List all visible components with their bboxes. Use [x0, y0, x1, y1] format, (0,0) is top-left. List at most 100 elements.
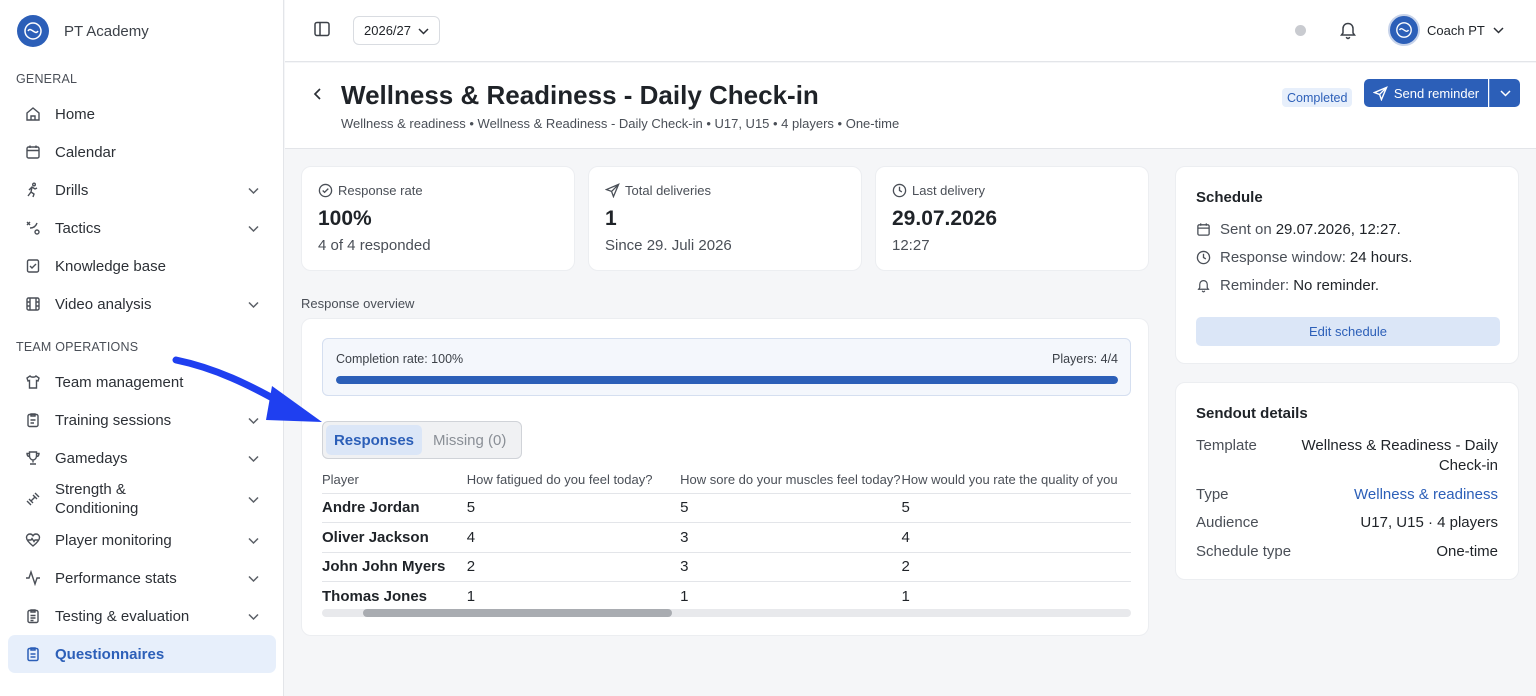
calendar-icon — [25, 144, 41, 160]
column-header: How would you rate the quality of you — [900, 466, 1131, 494]
sidebar-item-performance-stats[interactable]: Performance stats — [8, 559, 276, 597]
answer-cell: 4 — [452, 522, 664, 553]
stat-label-text: Response rate — [338, 183, 423, 198]
activity-icon — [25, 570, 41, 586]
response-overview-label: Response overview — [301, 296, 415, 311]
sidebar-item-label: Home — [55, 105, 96, 123]
chevron-down-icon — [1493, 21, 1504, 39]
brand[interactable]: PT Academy — [0, 0, 283, 62]
chevron-down-icon — [1499, 89, 1511, 97]
stat-sub: Since 29. Juli 2026 — [605, 237, 732, 254]
chevron-down-icon — [248, 491, 259, 508]
completion-progress-fill — [336, 376, 1118, 384]
sidebar-item-label: Calendar — [55, 143, 116, 161]
schedule-type-label: Schedule type — [1196, 543, 1292, 560]
dumbbell-icon — [25, 491, 41, 507]
schedule-card: Schedule Sent on 29.07.2026, 12:27. Resp… — [1175, 166, 1519, 364]
heart-pulse-icon — [25, 532, 41, 548]
stat-label: Last delivery — [892, 183, 985, 198]
sidebar-item-label: Testing & evaluation — [55, 607, 190, 625]
page-header: Wellness & Readiness - Daily Check-in We… — [285, 63, 1536, 149]
stat-card-total-deliveries: Total deliveries 1 Since 29. Juli 2026 — [588, 166, 862, 271]
sendout-title: Sendout details — [1196, 405, 1308, 422]
table-header-row: Player How fatigued do you feel today? H… — [322, 466, 1131, 494]
completion-rate-label: Completion rate: 100% — [336, 352, 464, 366]
bell-icon[interactable] — [1339, 20, 1357, 40]
horizontal-scrollbar[interactable] — [322, 609, 1131, 617]
home-icon — [25, 106, 41, 122]
chevron-down-icon — [248, 532, 259, 549]
answer-cell: 5 — [663, 493, 901, 523]
clock-icon — [1196, 250, 1211, 265]
sidebar-item-testing-evaluation[interactable]: Testing & evaluation — [8, 597, 276, 635]
chevron-down-icon — [248, 182, 259, 199]
film-icon — [25, 296, 41, 312]
brand-name: PT Academy — [64, 22, 149, 40]
sidebar-item-knowledge-base[interactable]: Knowledge base — [8, 247, 276, 285]
annotation-arrow-icon — [172, 356, 322, 422]
template-value: Wellness & Readiness - Daily Check-in — [1302, 436, 1498, 476]
clipboard-icon — [25, 412, 41, 428]
chevron-down-icon — [248, 570, 259, 587]
schedule-title: Schedule — [1196, 189, 1263, 206]
page-title: Wellness & Readiness - Daily Check-in — [341, 80, 819, 110]
status-badge: Completed — [1282, 88, 1353, 107]
player-name-cell: Andre Jordan — [322, 493, 453, 523]
tab-responses[interactable]: Responses — [326, 425, 422, 455]
schedule-window-row: Response window: 24 hours. — [1196, 249, 1412, 266]
audience-value: U17, U15 · 4 players — [1360, 514, 1498, 531]
answer-cell: 1 — [901, 588, 910, 605]
send-reminder-button[interactable]: Send reminder — [1364, 79, 1488, 107]
send-options-button[interactable] — [1489, 79, 1520, 107]
column-header: How fatigued do you feel today? — [452, 466, 664, 494]
sendout-details-card: Sendout details Template Wellness & Read… — [1175, 382, 1519, 580]
back-icon[interactable] — [311, 87, 325, 101]
sidebar-item-tactics[interactable]: Tactics — [8, 209, 276, 247]
sidebar-item-calendar[interactable]: Calendar — [8, 133, 276, 171]
column-header: Player — [322, 466, 453, 494]
responses-table-container[interactable]: Player How fatigued do you feel today? H… — [322, 466, 1131, 607]
trophy-icon — [25, 450, 41, 466]
clipboard-list-icon — [25, 646, 41, 662]
send-icon — [605, 183, 620, 198]
sidebar-item-home[interactable]: Home — [8, 95, 276, 133]
edit-schedule-button[interactable]: Edit schedule — [1196, 317, 1500, 346]
tab-missing[interactable]: Missing (0) — [433, 425, 506, 455]
sidebar-item-questionnaires[interactable]: Questionnaires — [8, 635, 276, 673]
sidebar-item-drills[interactable]: Drills — [8, 171, 276, 209]
sidebar-toggle-icon[interactable] — [313, 20, 333, 40]
section-label-general: GENERAL — [16, 72, 78, 86]
sidebar-item-gamedays[interactable]: Gamedays — [8, 439, 276, 477]
type-link[interactable]: Wellness & readiness — [1354, 485, 1498, 505]
send-reminder-label: Send reminder — [1393, 85, 1480, 101]
audience-label: Audience — [1196, 514, 1259, 531]
season-select[interactable]: 2026/27 — [353, 16, 440, 45]
sidebar-item-label: Questionnaires — [55, 645, 165, 663]
schedule-window-label: Response window: — [1220, 249, 1346, 266]
schedule-reminder-value: No reminder. — [1293, 277, 1380, 294]
stat-card-last-delivery: Last delivery 29.07.2026 12:27 — [875, 166, 1149, 271]
scrollbar-thumb[interactable] — [363, 609, 672, 617]
stat-sub: 4 of 4 responded — [318, 237, 431, 254]
sidebar-item-player-monitoring[interactable]: Player monitoring — [8, 521, 276, 559]
stat-value: 29.07.2026 — [892, 207, 998, 230]
bell-icon — [1197, 280, 1210, 293]
schedule-window-value: 24 hours. — [1349, 249, 1413, 266]
template-label: Template — [1196, 437, 1257, 454]
table-row: John John Myers 2 3 2 — [322, 552, 1131, 582]
schedule-reminder-row: Reminder: No reminder. — [1196, 277, 1379, 294]
sidebar-item-label: Video analysis — [55, 295, 152, 313]
sidebar-item-label: Training sessions — [55, 411, 172, 429]
user-menu[interactable]: Coach PT — [1388, 14, 1504, 46]
chevron-down-icon — [418, 23, 429, 38]
stat-value: 1 — [605, 207, 617, 230]
sidebar-item-strength-conditioning[interactable]: Strength & Conditioning — [8, 477, 276, 521]
template-value-line: Wellness & Readiness - Daily — [1301, 437, 1498, 454]
stat-value: 100% — [318, 207, 372, 230]
stat-label: Response rate — [318, 183, 423, 198]
table-row: Thomas Jones 1 1 1 — [322, 582, 1131, 608]
response-tabs: Responses Missing (0) — [322, 421, 522, 459]
stat-card-response-rate: Response rate 100% 4 of 4 responded — [301, 166, 575, 271]
check-circle-icon — [318, 183, 333, 198]
sidebar-item-video-analysis[interactable]: Video analysis — [8, 285, 276, 323]
